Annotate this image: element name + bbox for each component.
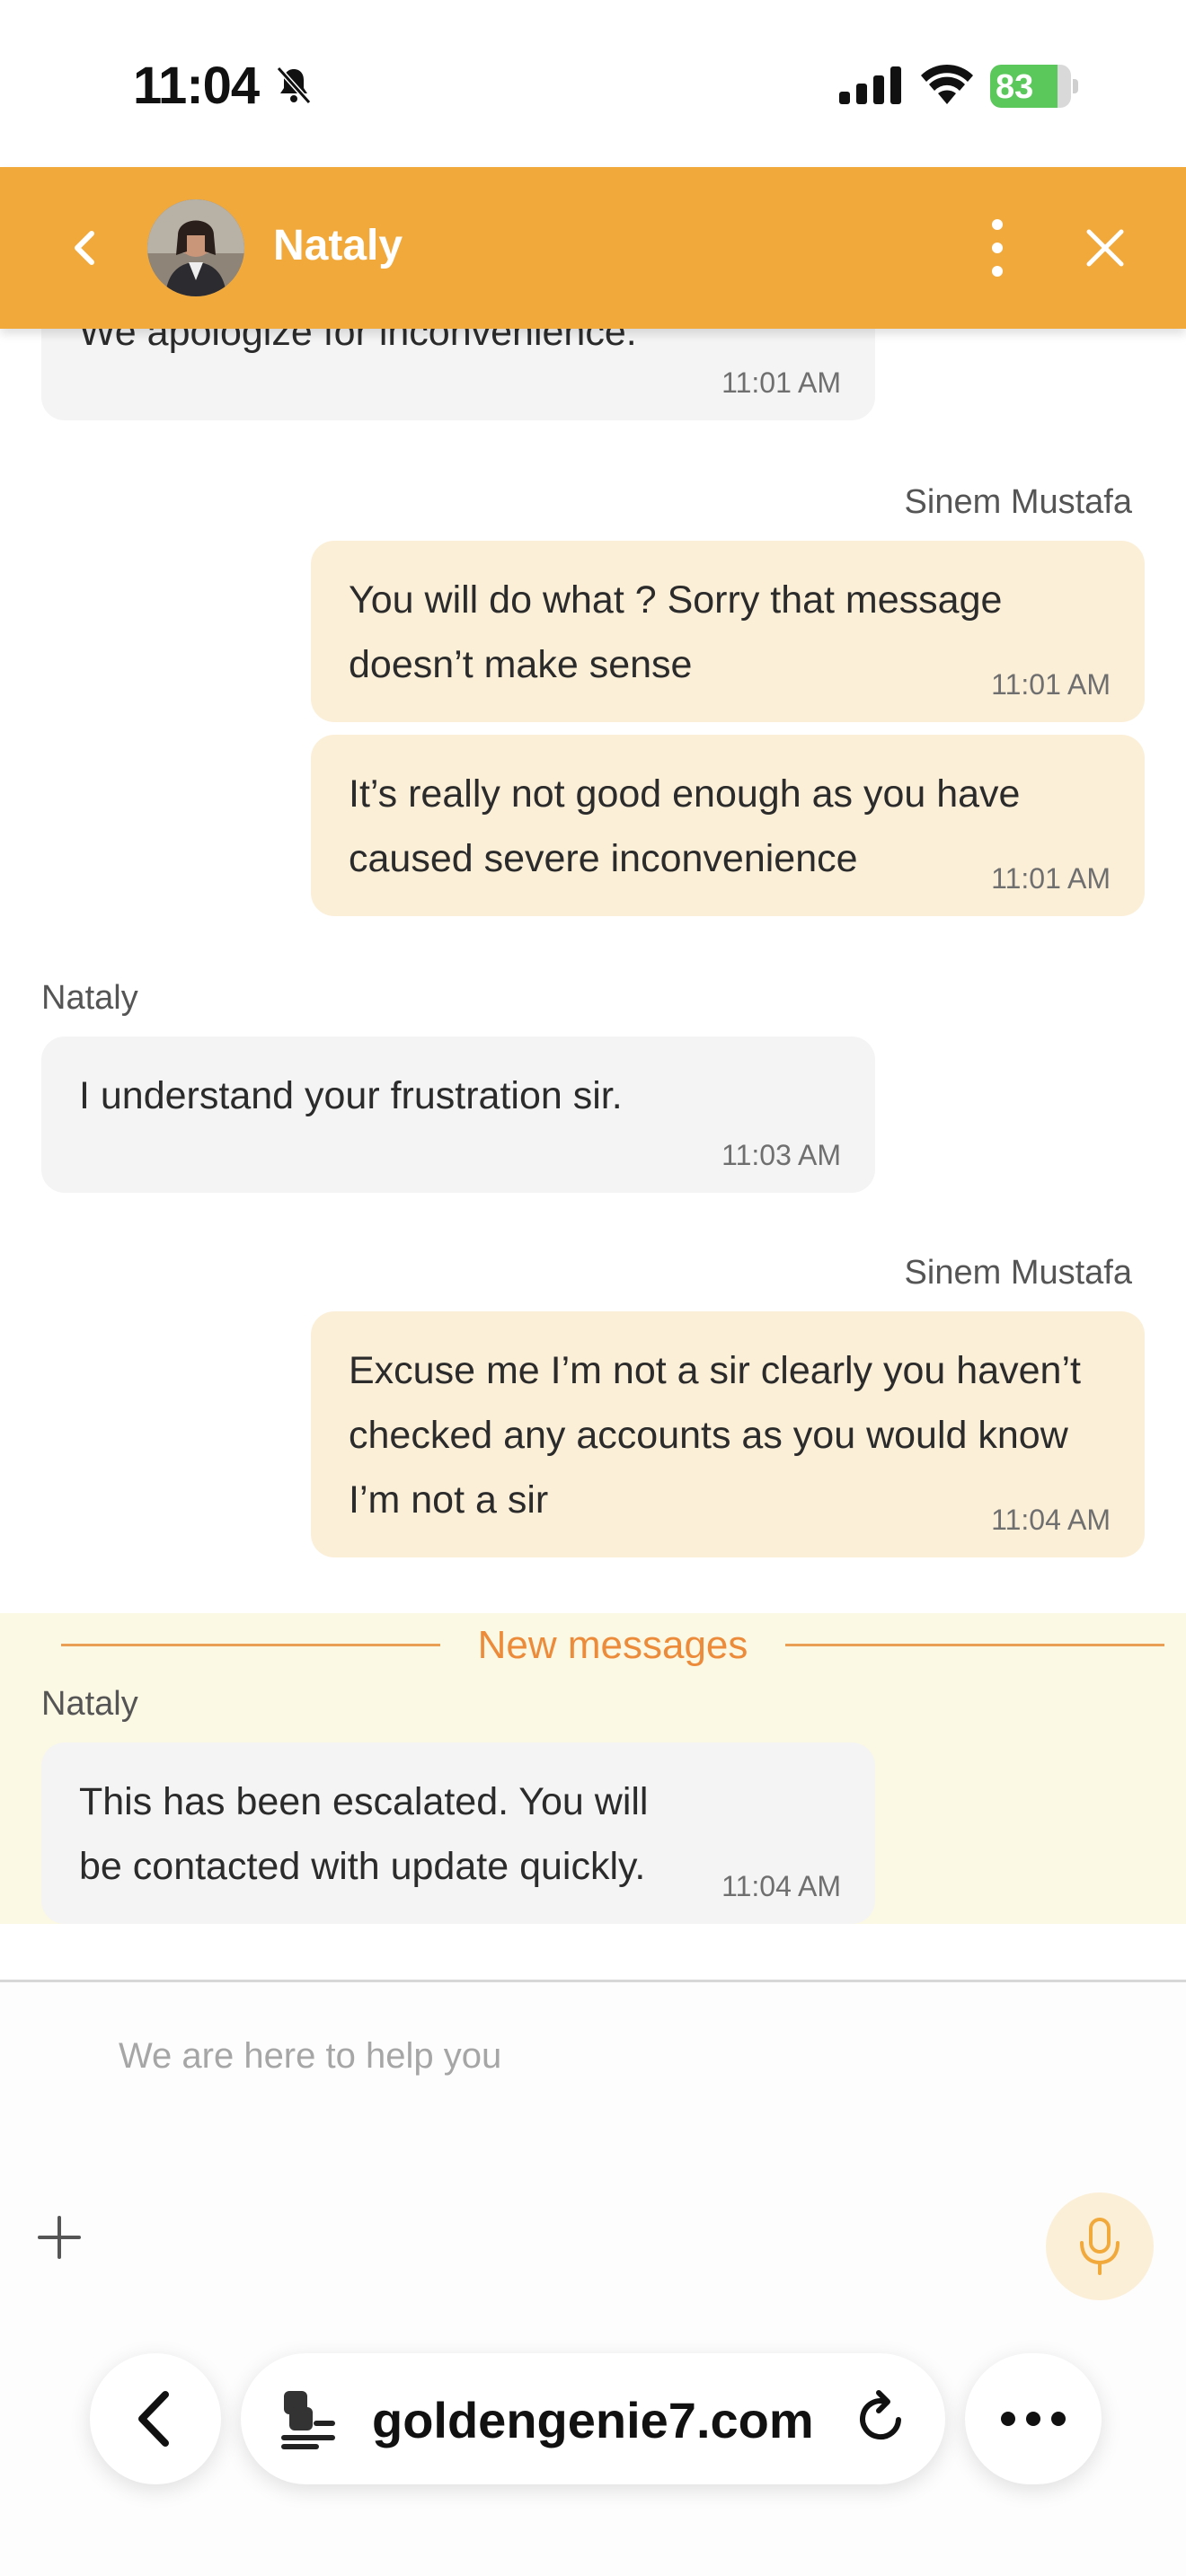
browser-toolbar: goldengenie7.com [0, 2335, 1186, 2576]
sender-name: Sinem Mustafa [904, 1254, 1132, 1292]
battery-indicator: 83 [990, 65, 1078, 108]
message-text: This has been escalated. You will be con… [79, 1780, 649, 1888]
agent-avatar [147, 199, 244, 296]
message-bubble-agent: We apologize for inconvenience. 11:01 AM [41, 329, 875, 420]
bell-muted-icon [276, 66, 312, 105]
browser-more-button[interactable] [965, 2353, 1102, 2484]
agent-name: Nataly [273, 222, 403, 269]
status-time: 11:04 [133, 57, 260, 115]
message-input[interactable]: We are here to help you [119, 2029, 1017, 2083]
message-time: 11:01 AM [721, 366, 841, 399]
microphone-icon [1080, 2218, 1120, 2275]
message-time: 11:01 AM [991, 862, 1111, 895]
message-text: You will do what ? Sorry that message do… [349, 578, 1003, 686]
message-text: It’s really not good enough as you have … [349, 772, 1021, 880]
message-bubble-user: Excuse me I’m not a sir clearly you have… [311, 1311, 1145, 1557]
message-list[interactable]: We apologize for inconvenience. 11:01 AM… [0, 329, 1186, 1980]
more-horizontal-icon [1001, 2412, 1066, 2426]
new-messages-label: New messages [477, 1623, 748, 1667]
wifi-icon [921, 64, 973, 104]
address-bar[interactable]: goldengenie7.com [241, 2353, 945, 2484]
chat-header: Nataly [0, 167, 1186, 329]
browser-back-button[interactable] [90, 2353, 221, 2484]
more-vertical-icon[interactable] [978, 212, 1017, 284]
battery-level: 83 [996, 68, 1034, 106]
site-page-icon [281, 2391, 335, 2449]
message-bubble-agent: I understand your frustration sir. 11:03… [41, 1037, 875, 1193]
message-time: 11:03 AM [721, 1139, 841, 1171]
back-chevron-icon[interactable] [63, 221, 108, 275]
voice-message-button[interactable] [1046, 2192, 1154, 2300]
message-time: 11:04 AM [721, 1870, 841, 1902]
message-text: Excuse me I’m not a sir clearly you have… [349, 1349, 1081, 1522]
close-icon[interactable] [1078, 221, 1132, 275]
message-text: I understand your frustration sir. [79, 1074, 623, 1117]
divider [61, 1644, 440, 1646]
message-bubble-user: You will do what ? Sorry that message do… [311, 541, 1145, 722]
plus-icon[interactable] [34, 2212, 84, 2263]
url-text: goldengenie7.com [372, 2392, 814, 2448]
divider [785, 1644, 1164, 1646]
sender-name: Nataly [41, 1685, 138, 1723]
signal-icon [839, 66, 901, 104]
status-bar: 11:04 83 [0, 0, 1186, 167]
message-text: We apologize for inconvenience. [79, 329, 637, 354]
message-bubble-agent: This has been escalated. You will be con… [41, 1742, 875, 1924]
message-time: 11:01 AM [991, 668, 1111, 701]
sender-name: Nataly [41, 979, 138, 1017]
reload-icon[interactable] [852, 2389, 911, 2448]
message-bubble-user: It’s really not good enough as you have … [311, 735, 1145, 916]
message-time: 11:04 AM [991, 1504, 1111, 1536]
sender-name: Sinem Mustafa [904, 483, 1132, 521]
chevron-left-icon [138, 2391, 169, 2447]
